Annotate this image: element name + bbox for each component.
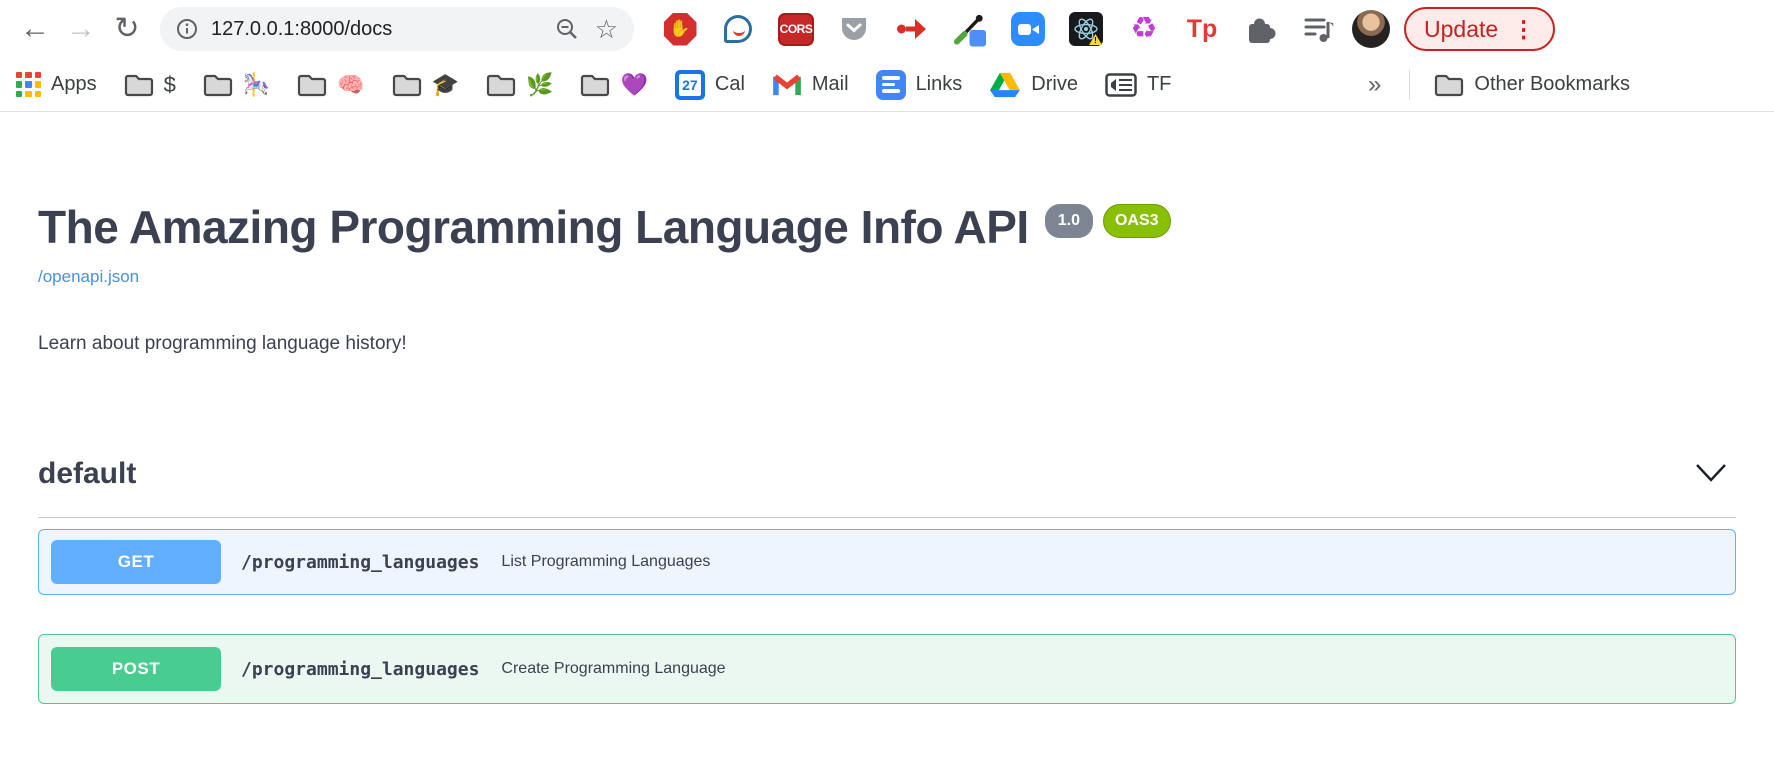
gmail-icon xyxy=(772,73,802,97)
bookmark-label: Other Bookmarks xyxy=(1474,73,1630,96)
cors-extension-icon[interactable]: CORS xyxy=(778,11,814,47)
zoom-out-icon[interactable] xyxy=(555,17,579,41)
bookmark-label: Apps xyxy=(51,73,97,96)
url-text[interactable]: 127.0.0.1:8000/docs xyxy=(211,18,555,41)
openapi-json-link[interactable]: /openapi.json xyxy=(38,267,139,287)
drive-icon xyxy=(989,71,1021,99)
bookmark-star-icon[interactable]: ☆ xyxy=(595,16,618,42)
bookmark-folder-herb[interactable]: 🌿 xyxy=(486,72,553,97)
pocket-extension-icon[interactable] xyxy=(836,11,872,47)
back-icon[interactable]: ← xyxy=(12,0,58,58)
red-arrow-extension-icon[interactable] xyxy=(894,11,930,47)
bookmark-label: 🎓 xyxy=(432,74,459,96)
section-collapse-button[interactable] xyxy=(1686,459,1736,490)
adblock-extension-icon[interactable]: ✋ xyxy=(662,11,698,47)
bookmark-folder-heart[interactable]: 💜 xyxy=(580,72,647,97)
chat-bubble-extension-icon[interactable] xyxy=(720,11,756,47)
bookmark-folder-graduation[interactable]: 🎓 xyxy=(392,72,459,97)
bookmark-label: Links xyxy=(916,73,963,96)
bookmark-drive[interactable]: Drive xyxy=(989,71,1078,99)
bookmark-label: 🧠 xyxy=(337,74,364,96)
zoom-extension-icon[interactable] xyxy=(1010,11,1046,47)
bookmark-label: 💜 xyxy=(620,74,647,96)
folder-icon xyxy=(486,72,516,97)
bookmark-calendar[interactable]: 27 Cal xyxy=(675,70,745,100)
site-info-icon[interactable] xyxy=(176,18,198,40)
bookmark-mail[interactable]: Mail xyxy=(772,73,849,97)
bookmark-apps[interactable]: Apps xyxy=(16,72,97,97)
bookmark-label: Mail xyxy=(812,73,849,96)
operation-row-get[interactable]: GET /programming_languages List Programm… xyxy=(38,529,1736,595)
profile-avatar[interactable] xyxy=(1352,10,1390,48)
other-bookmarks[interactable]: Other Bookmarks xyxy=(1434,72,1630,97)
bookmark-label: Cal xyxy=(715,73,745,96)
page-title: The Amazing Programming Language Info AP… xyxy=(38,200,1029,255)
browser-menu-icon[interactable]: ⋮ xyxy=(1512,16,1535,43)
version-badge: 1.0 xyxy=(1045,204,1093,238)
media-playlist-icon[interactable] xyxy=(1300,11,1336,47)
folder-icon xyxy=(124,72,154,97)
bookmark-label: 🌿 xyxy=(526,74,553,96)
extensions-puzzle-icon[interactable] xyxy=(1242,11,1278,47)
folder-icon xyxy=(297,72,327,97)
operation-summary: List Programming Languages xyxy=(501,553,710,571)
update-label: Update xyxy=(1424,16,1498,43)
bookmark-label: TF xyxy=(1147,73,1171,96)
bookmarks-separator xyxy=(1409,70,1410,100)
chrome-update-button[interactable]: Update ⋮ xyxy=(1404,7,1555,51)
forward-icon[interactable]: → xyxy=(58,0,104,58)
tp-extension-icon[interactable]: Tp xyxy=(1184,11,1220,47)
oas3-badge: OAS3 xyxy=(1103,204,1171,238)
tf-news-icon xyxy=(1105,71,1137,99)
apps-grid-icon xyxy=(16,72,41,97)
bookmark-label: $ xyxy=(164,74,176,96)
get-method-badge[interactable]: GET xyxy=(51,540,221,584)
bookmarks-right-group: » Other Bookmarks xyxy=(1368,70,1758,100)
bookmark-folder-brain[interactable]: 🧠 xyxy=(297,72,364,97)
operation-row-post[interactable]: POST /programming_languages Create Progr… xyxy=(38,634,1736,704)
title-badges: 1.0 OAS3 xyxy=(1045,204,1171,238)
bookmarks-bar: Apps $ 🎠 🧠 🎓 🌿 💜 27 xyxy=(0,58,1774,112)
browser-toolbar: ← → ↻ 127.0.0.1:8000/docs ☆ ✋ CORS xyxy=(0,0,1774,58)
folder-icon xyxy=(392,72,422,97)
calendar-icon: 27 xyxy=(675,70,705,100)
default-section-header[interactable]: default xyxy=(38,457,1736,518)
api-info-header: The Amazing Programming Language Info AP… xyxy=(38,200,1736,255)
bookmark-folder-carousel[interactable]: 🎠 xyxy=(203,72,270,97)
bookmark-label: 🎠 xyxy=(243,74,270,96)
extensions-row: ✋ CORS xyxy=(662,11,1336,47)
eyedropper-extension-icon[interactable] xyxy=(952,11,988,47)
operation-summary: Create Programming Language xyxy=(501,660,725,678)
recycle-extension-icon[interactable]: ♻ xyxy=(1126,11,1162,47)
address-bar[interactable]: 127.0.0.1:8000/docs ☆ xyxy=(160,7,634,51)
react-devtools-extension-icon[interactable]: ! xyxy=(1068,11,1104,47)
reload-icon[interactable]: ↻ xyxy=(104,0,150,58)
operation-path: /programming_languages xyxy=(241,659,479,680)
links-icon xyxy=(876,70,906,100)
folder-icon xyxy=(203,72,233,97)
section-title: default xyxy=(38,457,136,491)
bookmark-links[interactable]: Links xyxy=(876,70,963,100)
bookmark-label: Drive xyxy=(1031,73,1078,96)
hand-icon: ✋ xyxy=(669,19,690,39)
bookmark-folder-dollar[interactable]: $ xyxy=(124,72,176,97)
post-method-badge[interactable]: POST xyxy=(51,647,221,691)
folder-icon xyxy=(580,72,610,97)
folder-icon xyxy=(1434,72,1464,97)
api-description: Learn about programming language history… xyxy=(38,333,1736,355)
swagger-docs-page: The Amazing Programming Language Info AP… xyxy=(0,200,1774,704)
bookmarks-overflow-icon[interactable]: » xyxy=(1368,71,1381,99)
operation-path: /programming_languages xyxy=(241,552,479,573)
chevron-down-icon xyxy=(1694,463,1728,483)
bookmark-tf[interactable]: TF xyxy=(1105,71,1171,99)
